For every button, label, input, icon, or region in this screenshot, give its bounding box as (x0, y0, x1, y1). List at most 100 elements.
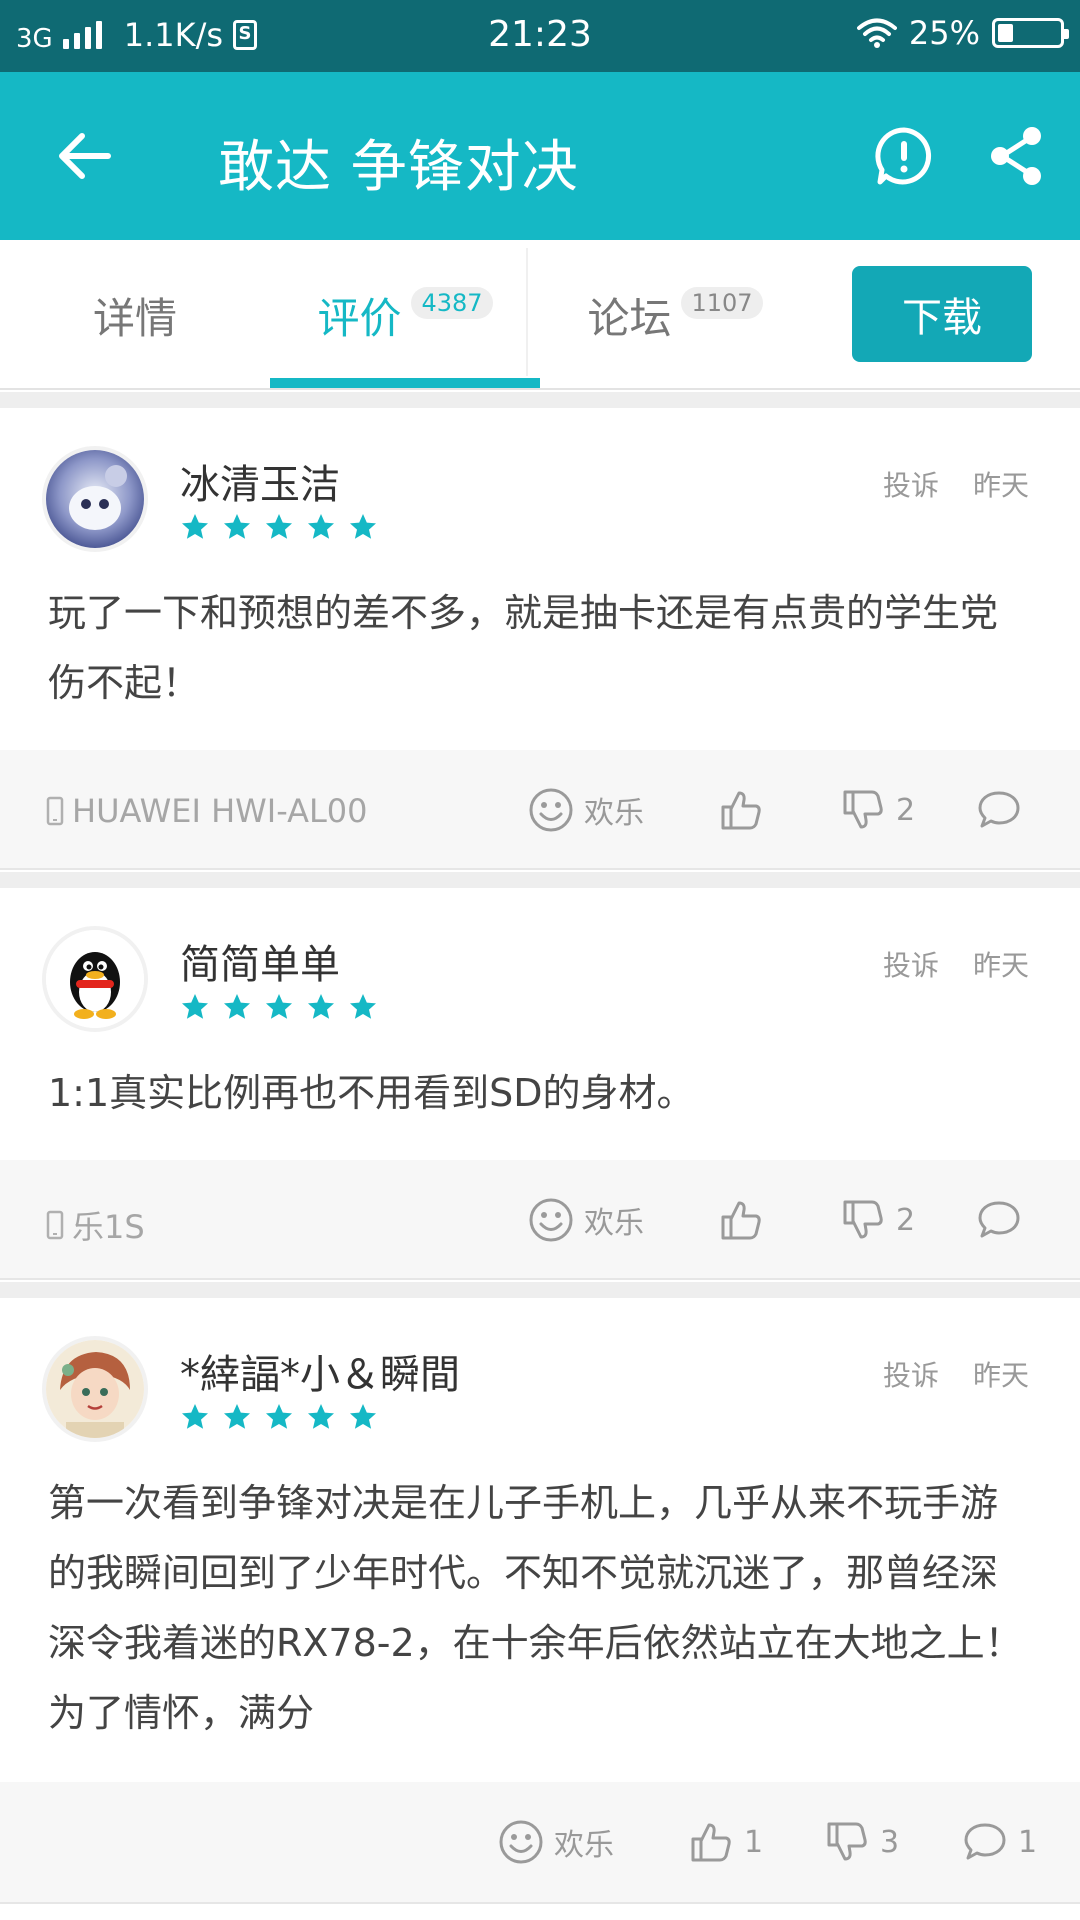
tab-reviews[interactable]: 评价 4387 (270, 240, 540, 390)
device-info: 乐1S (46, 1202, 145, 1248)
status-right: 25% (856, 14, 1069, 52)
mood-label: 欢乐 (554, 1828, 614, 1863)
mood-tag[interactable]: 欢乐 (528, 1196, 644, 1244)
star-icon (266, 1404, 292, 1429)
review-content: 第一次看到争锋对决是在儿子手机上，几乎从来不玩手游的我瞬间回到了少年时代。不知不… (48, 1481, 1023, 1735)
star-icon (182, 994, 208, 1019)
star-icon (224, 994, 250, 1019)
review-date: 昨天 (973, 949, 1030, 982)
dislike-count: 2 (896, 792, 916, 828)
dislike-count: 2 (896, 1202, 916, 1238)
tab-label: 论坛 (587, 293, 672, 343)
active-tab-indicator (270, 378, 540, 388)
thumbs-down-icon (843, 1200, 883, 1239)
section-divider (0, 392, 1080, 408)
comment-bubble-icon (978, 791, 1020, 828)
like-button[interactable] (718, 1196, 774, 1244)
comment-bubble-icon (978, 1201, 1020, 1238)
like-count: 1 (744, 1824, 764, 1860)
avatar[interactable] (42, 926, 148, 1032)
smile-face-icon (529, 1198, 573, 1242)
phone-icon (46, 1210, 64, 1240)
star-icon (350, 1404, 376, 1429)
section-divider (0, 1282, 1080, 1298)
tab-details[interactable]: 详情 (0, 240, 270, 390)
mood-label: 欢乐 (584, 1206, 644, 1241)
review-username[interactable]: 简简单单 (180, 932, 340, 990)
avatar[interactable] (42, 1336, 148, 1442)
star-icon (266, 514, 292, 539)
page-title: 敢达 争锋对决 (218, 135, 579, 200)
phone-icon (46, 796, 64, 826)
dislike-button[interactable]: 2 (840, 1196, 915, 1244)
back-arrow-icon[interactable] (52, 124, 116, 188)
like-button[interactable] (718, 786, 774, 834)
tab-label: 详情 (92, 293, 177, 343)
dislike-button[interactable]: 3 (824, 1818, 899, 1866)
dislike-count: 3 (880, 1824, 900, 1860)
comment-button[interactable]: 1 (962, 1818, 1037, 1866)
review-username[interactable]: 冰清玉洁 (180, 452, 340, 510)
thumbs-down-icon (843, 790, 883, 829)
comment-button[interactable] (976, 1196, 1032, 1244)
review-card: 简简单单 投诉 昨天 1:1真实比例再也不用看到SD的身材。 (0, 888, 1080, 1160)
download-button[interactable]: 下载 (852, 266, 1032, 362)
mood-tag[interactable]: 欢乐 (528, 786, 644, 834)
section-divider (0, 872, 1080, 888)
review-content: 玩了一下和预想的差不多，就是抽卡还是有点贵的学生党伤不起！ (48, 591, 999, 705)
device-name: 乐1S (72, 1208, 145, 1246)
dislike-button[interactable]: 2 (840, 786, 915, 834)
star-icon (182, 514, 208, 539)
thumbs-up-icon (691, 1823, 731, 1862)
battery-icon (992, 18, 1069, 48)
star-icon (308, 514, 334, 539)
smile-face-icon (499, 1820, 543, 1864)
tab-bar: 详情 评价 4387 论坛 1107 下载 (0, 240, 1080, 390)
review-username[interactable]: *緈諨*小＆瞬間 (180, 1342, 460, 1400)
thumbs-up-icon (721, 1201, 761, 1240)
mood-label: 欢乐 (584, 796, 644, 831)
star-rating (180, 1402, 378, 1432)
review-card: *緈諨*小＆瞬間 投诉 昨天 第一次看到争锋对决是在儿子手机上，几乎从来不玩手游… (0, 1298, 1080, 1782)
battery-percent: 25% (908, 14, 980, 52)
review-card: 冰清玉洁 投诉 昨天 玩了一下和预想的差不多，就是抽卡还是有点贵的学生党伤不起！ (0, 408, 1080, 750)
mood-tag[interactable]: 欢乐 (498, 1818, 614, 1866)
thumbs-up-icon (721, 791, 761, 830)
status-bar: 3G 1.1K/s S 21:23 25% (0, 0, 1080, 72)
app-bar: 敢达 争锋对决 (0, 72, 1080, 240)
avatar[interactable] (42, 446, 148, 552)
review-footer: 乐1S 欢乐 2 (0, 1160, 1080, 1280)
star-rating (180, 992, 378, 1022)
star-icon (308, 1404, 334, 1429)
star-icon (308, 994, 334, 1019)
star-icon (350, 514, 376, 539)
share-icon[interactable] (984, 124, 1048, 188)
tab-label: 评价 (317, 293, 402, 343)
wifi-icon (856, 18, 897, 48)
tab-forum[interactable]: 论坛 1107 (540, 240, 810, 390)
report-link[interactable]: 投诉 (883, 464, 939, 504)
star-rating (180, 512, 378, 542)
tab-count-badge: 4387 (411, 287, 493, 319)
comment-button[interactable] (976, 786, 1032, 834)
smile-face-icon (529, 788, 573, 832)
comment-bubble-icon (964, 1823, 1006, 1860)
star-icon (224, 1404, 250, 1429)
star-icon (350, 994, 376, 1019)
tab-count-badge: 1107 (681, 287, 763, 319)
battery-fill (998, 24, 1013, 42)
review-date: 昨天 (973, 1359, 1030, 1392)
review-date: 昨天 (973, 469, 1030, 502)
comment-count: 1 (1018, 1824, 1038, 1860)
device-name: HUAWEI HWI-AL00 (72, 792, 368, 830)
star-icon (182, 1404, 208, 1429)
like-button[interactable]: 1 (688, 1818, 763, 1866)
star-icon (266, 994, 292, 1019)
review-footer: 欢乐 1 3 1 (0, 1782, 1080, 1904)
report-icon[interactable] (872, 124, 936, 188)
report-link[interactable]: 投诉 (883, 1354, 939, 1394)
thumbs-down-icon (827, 1822, 867, 1861)
tab-divider (526, 248, 528, 376)
review-footer: HUAWEI HWI-AL00 欢乐 2 (0, 750, 1080, 870)
report-link[interactable]: 投诉 (883, 944, 939, 984)
